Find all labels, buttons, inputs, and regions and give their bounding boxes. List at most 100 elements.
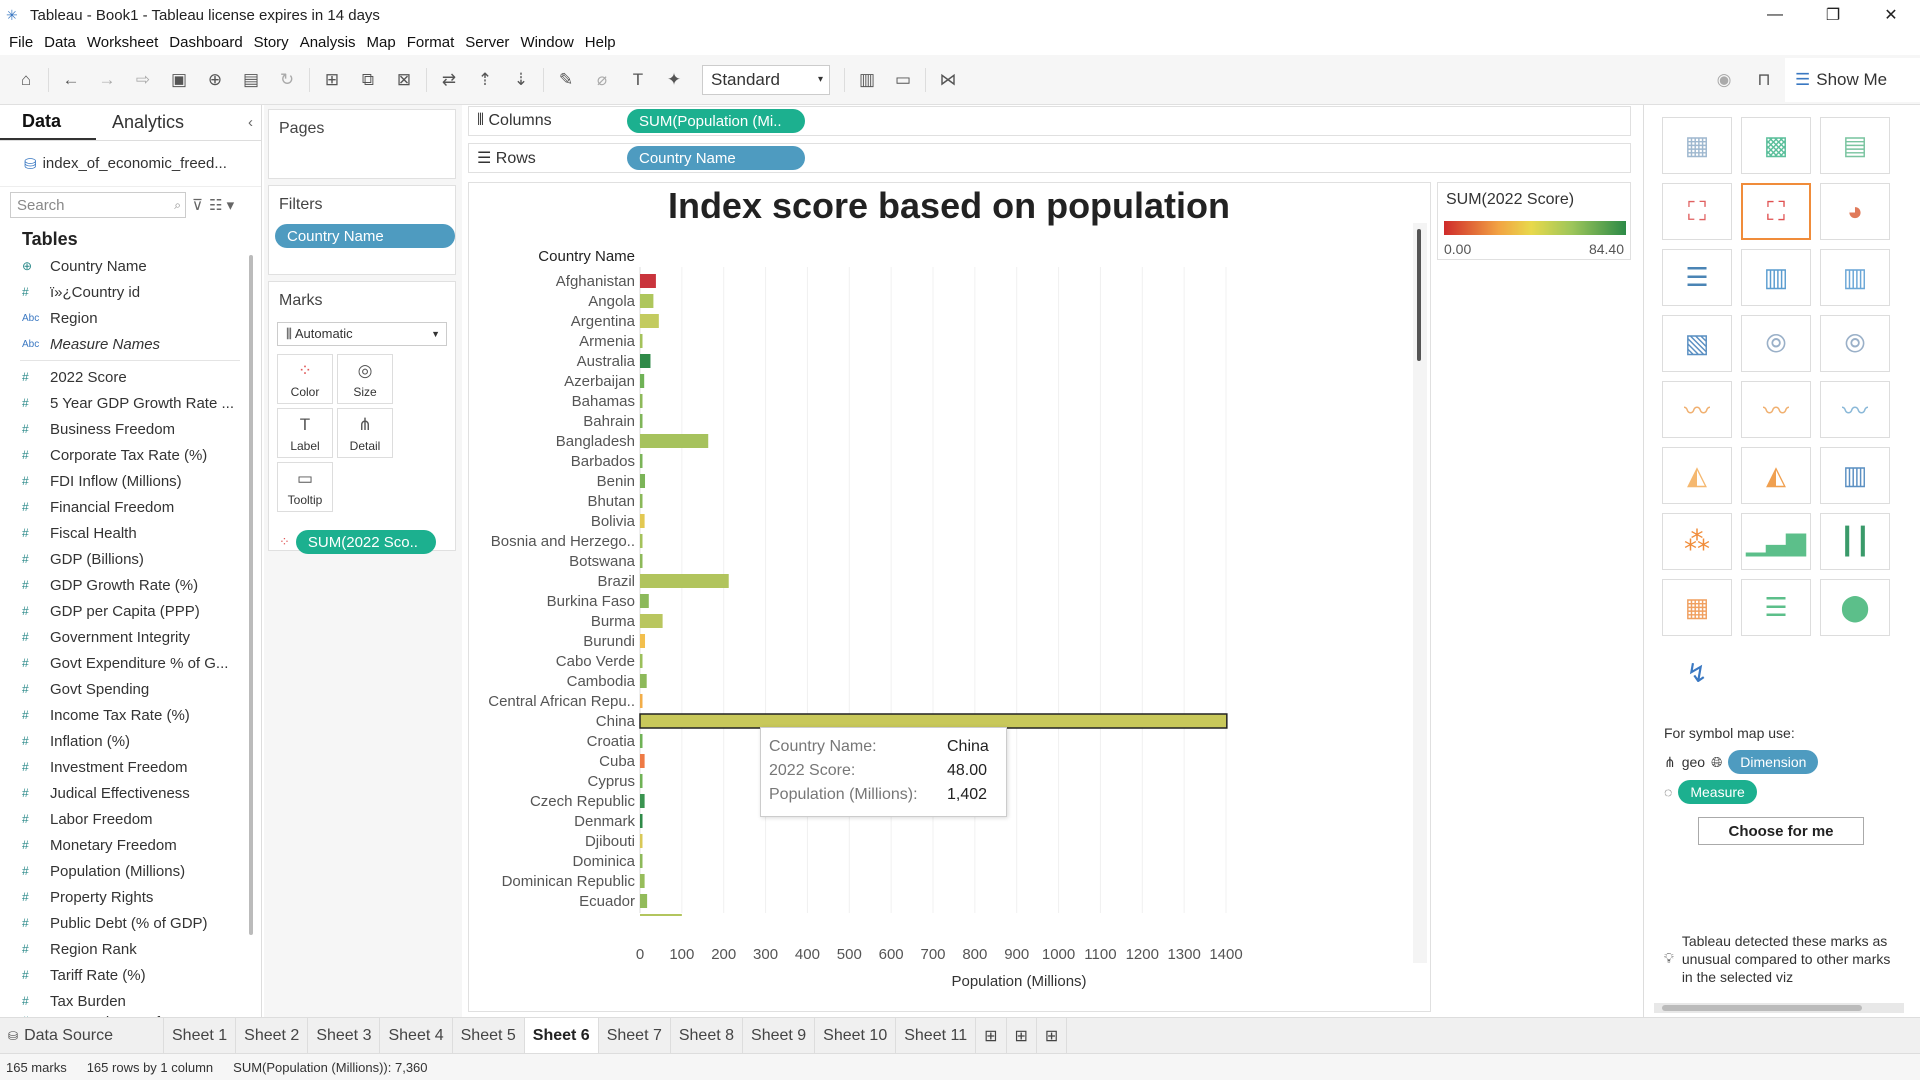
datasource-item[interactable]: ⛁ index_of_economic_freed... (0, 141, 261, 187)
sheet-tab[interactable]: Sheet 4 (380, 1017, 453, 1054)
bar-mark[interactable] (640, 834, 643, 848)
bar-mark[interactable] (640, 734, 643, 748)
columns-pill[interactable]: SUM(Population (Mi.. (627, 109, 805, 133)
bar-mark[interactable] (640, 434, 709, 448)
menu-format[interactable]: Format (407, 34, 455, 51)
field-measure[interactable]: # GDP per Capita (PPP) (0, 598, 250, 624)
size-button[interactable]: ◎ Size (337, 354, 393, 404)
label-button[interactable]: T Label (277, 408, 333, 458)
rows-pill[interactable]: Country Name (627, 146, 805, 170)
sheet-tab[interactable]: Sheet 10 (815, 1017, 897, 1054)
sheet-tab[interactable]: Sheet 8 (671, 1017, 744, 1054)
field-measure[interactable]: # GDP (Billions) (0, 546, 250, 572)
field-measure[interactable]: # GDP Growth Rate (%) (0, 572, 250, 598)
chart-type-option[interactable]: ▤ (1820, 117, 1890, 174)
sort-ascending-icon[interactable]: ⇡ (467, 64, 503, 96)
sheet-tab[interactable]: Sheet 5 (453, 1017, 525, 1054)
menu-dashboard[interactable]: Dashboard (169, 34, 242, 51)
minimize-button[interactable]: — (1746, 0, 1804, 30)
field-dimension[interactable]: Abc Region (0, 305, 250, 331)
sheet-tab[interactable]: Sheet 11 (896, 1017, 977, 1054)
view-options-icon[interactable]: ☷ ▾ (209, 196, 234, 214)
bar-mark[interactable] (640, 794, 645, 808)
menu-map[interactable]: Map (367, 34, 396, 51)
close-button[interactable]: ✕ (1862, 0, 1920, 30)
share-icon[interactable]: ⋈ (930, 64, 966, 96)
chart-type-option[interactable]: ▥ (1820, 249, 1890, 306)
chart-type-option[interactable]: ◭ (1662, 447, 1732, 504)
menu-help[interactable]: Help (585, 34, 616, 51)
chart-type-option[interactable]: ⛶ (1741, 183, 1811, 240)
bar-mark[interactable] (640, 314, 659, 328)
chart-type-option[interactable]: ⬤ (1820, 579, 1890, 636)
bar-mark[interactable] (640, 514, 645, 528)
bar-mark[interactable] (640, 674, 647, 688)
field-measure[interactable]: # Population (Millions) (0, 858, 250, 884)
chart-type-option[interactable]: ┃┃ (1820, 513, 1890, 570)
data-pane-scrollbar[interactable] (249, 255, 253, 935)
bar-mark[interactable] (640, 854, 643, 868)
bar-mark[interactable] (640, 554, 643, 568)
chart-type-option[interactable]: ⦾ (1820, 315, 1890, 372)
sheet-tab[interactable]: Sheet 7 (599, 1017, 671, 1054)
format-icon[interactable]: ⊓ (1746, 64, 1782, 96)
chart-type-option[interactable]: 〰 (1662, 381, 1732, 438)
chart-type-option[interactable]: ↯ (1662, 645, 1732, 702)
chart-type-option[interactable]: ▧ (1662, 315, 1732, 372)
field-measure[interactable]: # Govt Expenditure % of G... (0, 650, 250, 676)
detail-button[interactable]: ⋔ Detail (337, 408, 393, 458)
data-source-tab[interactable]: ⛁ Data Source (0, 1017, 164, 1054)
field-measure[interactable]: # Monetary Freedom (0, 832, 250, 858)
choose-for-me-button[interactable]: Choose for me (1698, 817, 1864, 845)
chart-type-option[interactable]: ▥ (1820, 447, 1890, 504)
field-measure[interactable]: # Corporate Tax Rate (%) (0, 442, 250, 468)
chart-type-option[interactable]: ▩ (1741, 117, 1811, 174)
presentation-icon[interactable]: ▭ (885, 64, 921, 96)
fit-select[interactable]: Standard ▾ (702, 64, 830, 95)
bar-mark[interactable] (640, 334, 643, 348)
field-measure[interactable]: # Judical Effectiveness (0, 780, 250, 806)
bar-mark[interactable] (640, 814, 643, 828)
field-dimension[interactable]: # ï»¿Country id (0, 279, 250, 305)
tooltip-button[interactable]: ▭ Tooltip (277, 462, 333, 512)
color-button[interactable]: ⁘ Color (277, 354, 333, 404)
home-icon[interactable]: ⌂ (8, 64, 44, 96)
field-measure[interactable]: # Financial Freedom (0, 494, 250, 520)
bar-mark[interactable] (640, 874, 645, 888)
chart-type-option[interactable]: ⦾ (1741, 315, 1811, 372)
refresh-icon[interactable]: ↻ (269, 64, 305, 96)
bar-mark[interactable] (640, 634, 646, 648)
bar-mark[interactable] (640, 594, 649, 608)
bar-mark[interactable] (640, 374, 645, 388)
chart-type-option[interactable]: 〰 (1820, 381, 1890, 438)
view-scroll-thumb[interactable] (1417, 229, 1421, 361)
restore-button[interactable]: ❐ (1804, 0, 1862, 30)
rows-shelf[interactable]: ☰ Rows Country Name (468, 143, 1631, 173)
bar-mark[interactable] (640, 894, 648, 908)
chart-type-option[interactable]: ◭ (1741, 447, 1811, 504)
tab-data[interactable]: Data (0, 105, 96, 140)
bar-mark[interactable] (640, 774, 643, 788)
menu-window[interactable]: Window (520, 34, 573, 51)
field-measure[interactable]: # Property Rights (0, 884, 250, 910)
chart-type-option[interactable]: ▥ (1741, 249, 1811, 306)
bar-mark[interactable] (640, 754, 645, 768)
menu-worksheet[interactable]: Worksheet (87, 34, 158, 51)
field-measure[interactable]: # Tax Burden (0, 988, 250, 1014)
duplicate-icon[interactable]: ⧉ (350, 64, 386, 96)
new-story-icon[interactable]: ⊞ (1037, 1017, 1068, 1054)
columns-shelf[interactable]: ⦀ Columns SUM(Population (Mi.. (468, 106, 1631, 136)
filter-icon[interactable]: ⊽ (192, 196, 203, 214)
pause-updates-icon[interactable]: ▤ (233, 64, 269, 96)
bar-mark[interactable] (640, 534, 643, 548)
ask-data-icon[interactable]: ◉ (1706, 64, 1742, 96)
search-input[interactable]: Search ⌕ (10, 192, 186, 218)
bar-mark[interactable] (640, 394, 643, 408)
group-icon[interactable]: ⌀ (584, 64, 620, 96)
sheet-tab[interactable]: Sheet 2 (236, 1017, 309, 1054)
field-measure[interactable]: # Business Freedom (0, 416, 250, 442)
filter-pill[interactable]: Country Name (275, 224, 455, 248)
new-dashboard-icon[interactable]: ⊞ (1007, 1017, 1037, 1054)
bar-mark[interactable] (640, 654, 643, 668)
bar-mark[interactable] (640, 274, 656, 288)
